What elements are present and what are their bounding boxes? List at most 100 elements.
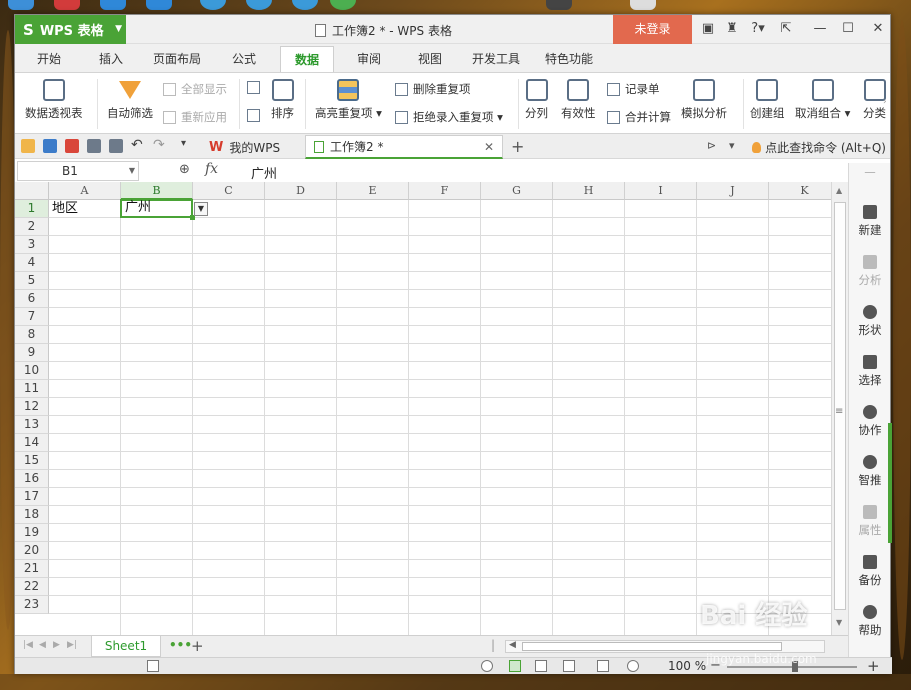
new-tab-icon[interactable]: + — [511, 137, 524, 156]
row-header[interactable]: 23 — [15, 596, 49, 614]
task-help[interactable]: 帮助 — [849, 605, 891, 638]
ribbon-scroll-right-icon[interactable]: › — [883, 97, 887, 107]
column-header[interactable]: E — [337, 182, 409, 200]
create-group-button[interactable]: 创建组 — [750, 79, 785, 121]
split-columns-button[interactable]: 分列 — [525, 79, 548, 121]
taskbar-app-icon[interactable] — [630, 0, 656, 10]
task-shapes[interactable]: 形状 — [849, 305, 891, 338]
row-header[interactable]: 3 — [15, 236, 49, 254]
row-header[interactable]: 7 — [15, 308, 49, 326]
taskbar-app-icon[interactable] — [330, 0, 356, 10]
tab-home[interactable]: 开始 — [37, 50, 61, 67]
column-header[interactable]: J — [697, 182, 769, 200]
prev-sheet-icon[interactable]: ◀ — [39, 640, 46, 650]
page-break-view-icon[interactable] — [535, 660, 547, 672]
column-header[interactable]: D — [265, 182, 337, 200]
scroll-down-icon[interactable]: ▼ — [836, 618, 842, 627]
restore-ribbon-icon[interactable]: ⇱ — [775, 21, 797, 36]
row-header[interactable]: 6 — [15, 290, 49, 308]
record-form-button[interactable]: 记录单 — [607, 81, 660, 97]
select-all-corner[interactable] — [15, 182, 49, 200]
row-header[interactable]: 2 — [15, 218, 49, 236]
consolidate-button[interactable]: 合并计算 — [607, 109, 671, 125]
row-header[interactable]: 21 — [15, 560, 49, 578]
row-header[interactable]: 20 — [15, 542, 49, 560]
taskbar-app-icon[interactable] — [246, 0, 272, 10]
save-icon[interactable] — [43, 139, 57, 153]
taskbar-app-icon[interactable] — [200, 0, 226, 10]
autofilter-button[interactable]: 自动筛选 — [107, 79, 153, 121]
row-header[interactable]: 11 — [15, 380, 49, 398]
help-menu-button[interactable]: ?▾ — [745, 21, 771, 36]
history-icon[interactable] — [481, 660, 493, 672]
sort-button[interactable]: 排序 — [271, 79, 294, 121]
task-properties[interactable]: 属性 — [849, 505, 891, 538]
task-collaborate[interactable]: 协作 — [849, 405, 891, 438]
tab-data[interactable]: 数据 — [280, 46, 335, 72]
column-header[interactable]: I — [625, 182, 697, 200]
tab-page-layout[interactable]: 页面布局 — [153, 50, 201, 67]
task-smart-push[interactable]: 智推 — [849, 455, 891, 488]
task-pane-collapse[interactable]: — — [849, 165, 891, 179]
zoom-search-icon[interactable]: ⊕ — [179, 162, 190, 177]
column-header[interactable]: G — [481, 182, 553, 200]
reject-duplicates-button[interactable]: 拒绝录入重复项 ▾ — [395, 109, 503, 125]
row-header[interactable]: 14 — [15, 434, 49, 452]
export-pdf-icon[interactable] — [65, 139, 79, 153]
comment-icon[interactable]: ▾ — [729, 139, 735, 152]
find-command-search[interactable]: 点此查找命令 (Alt+Q) — [752, 139, 886, 156]
row-header[interactable]: 4 — [15, 254, 49, 272]
vertical-scrollbar[interactable]: ▲ ≡ ▼ — [831, 182, 848, 635]
app-menu-button[interactable]: S WPS 表格 ▼ — [15, 15, 126, 44]
spreadsheet-grid[interactable]: A B C D E F G H I J K 1 2 3 4 5 6 7 8 9 10 11 12 13 14 15 16 17 18 19… — [15, 182, 848, 635]
scroll-left-icon[interactable]: ◀ — [509, 640, 516, 650]
review-icon[interactable]: ⊳ — [707, 139, 716, 152]
reading-mode-icon[interactable] — [563, 660, 575, 672]
task-backup[interactable]: 备份 — [849, 555, 891, 588]
column-header[interactable]: H — [553, 182, 625, 200]
close-tab-icon[interactable]: ✕ — [484, 140, 494, 154]
tab-view[interactable]: 视图 — [418, 50, 442, 67]
tab-insert[interactable]: 插入 — [99, 50, 123, 67]
undo-icon[interactable]: ↶ — [131, 137, 143, 153]
print-icon[interactable] — [87, 139, 101, 153]
taskbar-app-icon[interactable] — [8, 0, 34, 10]
what-if-analysis-button[interactable]: 模拟分析 — [681, 79, 727, 121]
row-header[interactable]: 15 — [15, 452, 49, 470]
row-header[interactable]: 18 — [15, 506, 49, 524]
scroll-up-icon[interactable]: ▲ — [836, 186, 842, 195]
macro-record-icon[interactable] — [147, 660, 159, 672]
doc-tab-workbook[interactable]: 工作簿2 * ✕ — [305, 135, 503, 159]
highlight-duplicates-button[interactable]: 高亮重复项 ▾ — [315, 79, 382, 121]
customize-toolbar-icon[interactable]: ▾ — [181, 138, 186, 149]
row-header[interactable]: 8 — [15, 326, 49, 344]
skin-icon[interactable]: ▣ — [697, 21, 719, 36]
column-header[interactable]: C — [193, 182, 265, 200]
row-header[interactable]: 19 — [15, 524, 49, 542]
add-sheet-icon[interactable]: + — [191, 637, 204, 655]
zoom-in-icon[interactable]: + — [867, 657, 880, 675]
data-validation-button[interactable]: 有效性 — [561, 79, 596, 121]
insert-function-button[interactable]: fx — [205, 161, 218, 177]
more-sheets-icon[interactable]: ••• — [169, 638, 192, 652]
hscroll-split-icon[interactable]: | — [491, 638, 495, 652]
cell-b1[interactable]: 广州 — [120, 199, 193, 218]
normal-view-icon[interactable] — [509, 660, 521, 672]
cell-dropdown-button[interactable]: ▼ — [194, 202, 208, 216]
sort-descending-button[interactable] — [247, 109, 265, 122]
horizontal-scroll-thumb[interactable] — [522, 642, 782, 651]
taskbar-app-icon[interactable] — [100, 0, 126, 10]
print-preview-icon[interactable] — [109, 139, 123, 153]
task-analysis[interactable]: 分析 — [849, 255, 891, 288]
tab-formulas[interactable]: 公式 — [232, 50, 256, 67]
row-header[interactable]: 16 — [15, 470, 49, 488]
next-sheet-icon[interactable]: ▶ — [53, 640, 60, 650]
doc-tab-mywps[interactable]: W 我的WPS ✕ — [201, 135, 322, 159]
remove-duplicates-button[interactable]: 删除重复项 — [395, 81, 471, 97]
ungroup-button[interactable]: 取消组合 ▾ — [795, 79, 850, 121]
tab-developer[interactable]: 开发工具 — [472, 50, 520, 67]
redo-icon[interactable]: ↷ — [153, 137, 165, 153]
eye-protection-icon[interactable] — [597, 660, 609, 672]
row-header[interactable]: 1 — [15, 200, 49, 218]
taskbar-app-icon[interactable] — [546, 0, 572, 10]
